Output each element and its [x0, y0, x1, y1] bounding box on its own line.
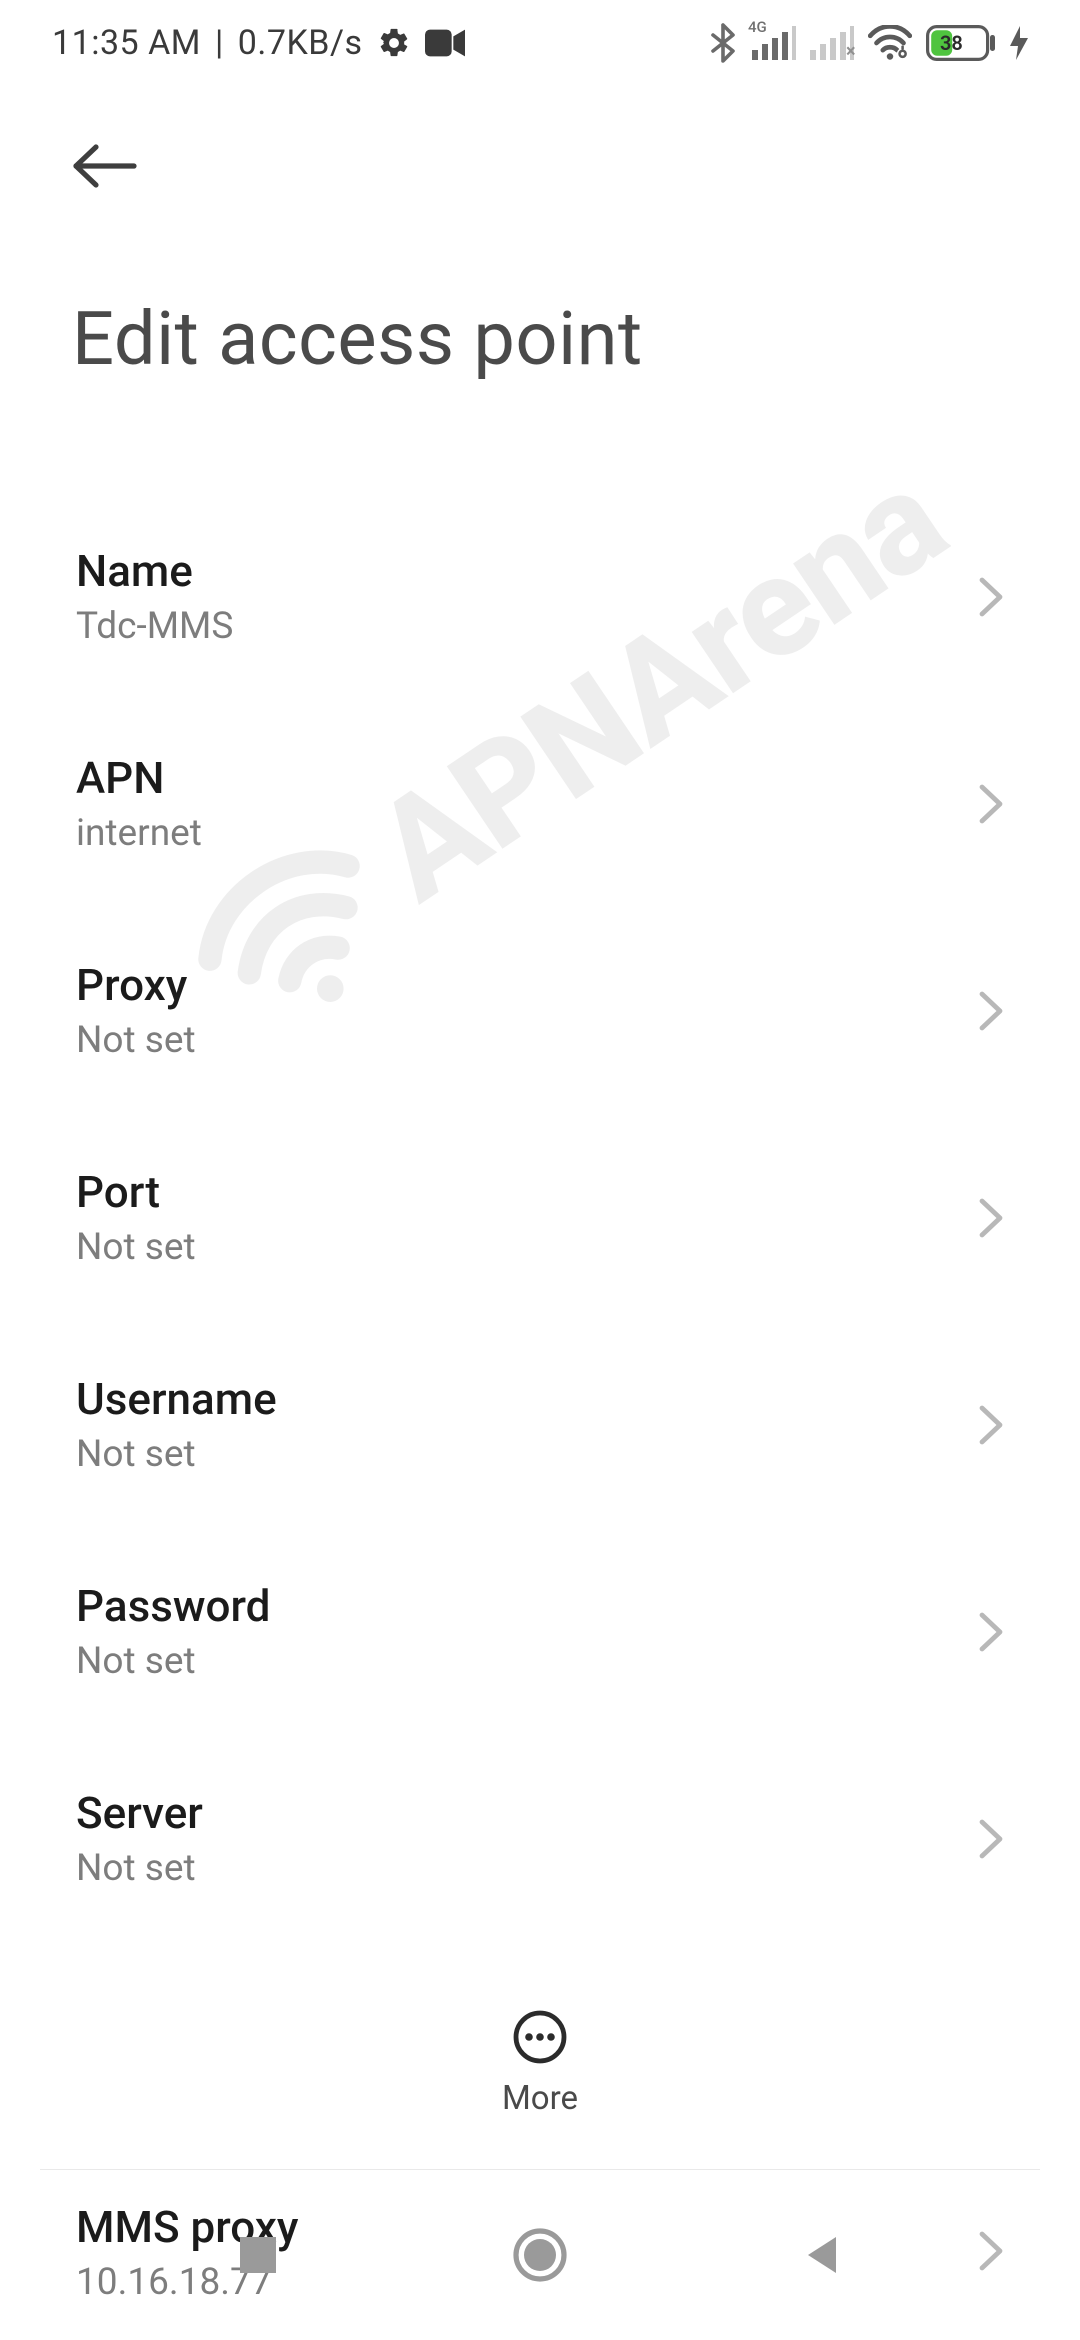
chevron-right-icon — [978, 783, 1004, 825]
gear-icon — [377, 26, 411, 60]
setting-label: Username — [76, 1373, 277, 1425]
square-icon — [236, 2233, 280, 2277]
setting-value: Not set — [76, 1847, 203, 1890]
setting-row-username[interactable]: Username Not set — [76, 1321, 1004, 1528]
navigation-bar — [0, 2170, 1080, 2340]
setting-value: Tdc-MMS — [76, 605, 233, 648]
status-data-rate: 0.7KB/s — [238, 23, 363, 63]
setting-label: Server — [76, 1787, 203, 1839]
back-button[interactable] — [72, 126, 152, 206]
setting-row-port[interactable]: Port Not set — [76, 1114, 1004, 1321]
nav-back-button[interactable] — [800, 2233, 844, 2277]
wifi-icon — [868, 25, 912, 61]
circle-icon — [512, 2227, 568, 2283]
setting-value: Not set — [76, 1640, 270, 1683]
arrow-left-icon — [72, 143, 138, 189]
more-label: More — [502, 2079, 578, 2118]
chevron-right-icon — [978, 1197, 1004, 1239]
setting-label: Name — [76, 545, 233, 597]
video-camera-icon — [425, 29, 465, 57]
more-horizontal-icon — [512, 2009, 568, 2065]
chevron-right-icon — [978, 1404, 1004, 1446]
chevron-right-icon — [978, 990, 1004, 1032]
battery-percent: 38 — [940, 31, 963, 55]
battery-icon: 38 — [926, 25, 996, 61]
chevron-right-icon — [978, 576, 1004, 618]
header: Edit access point — [0, 86, 1080, 383]
setting-value: Not set — [76, 1433, 277, 1476]
setting-row-password[interactable]: Password Not set — [76, 1528, 1004, 1735]
chevron-right-icon — [978, 1818, 1004, 1860]
status-time: 11:35 AM — [52, 23, 201, 63]
triangle-left-icon — [800, 2233, 844, 2277]
setting-row-server[interactable]: Server Not set — [76, 1735, 1004, 1942]
nav-home-button[interactable] — [512, 2227, 568, 2283]
setting-value: internet — [76, 812, 202, 855]
network-type-label: 4G — [748, 20, 767, 35]
setting-label: Password — [76, 1580, 270, 1632]
setting-value: Not set — [76, 1019, 196, 1062]
status-divider: | — [215, 23, 224, 63]
signal-sim1: 4G — [752, 26, 796, 60]
no-signal-x-icon: × — [846, 41, 856, 62]
charging-bolt-icon — [1010, 26, 1028, 60]
setting-value: Not set — [76, 1226, 196, 1269]
status-right: 4G × — [708, 23, 1028, 63]
setting-label: Port — [76, 1166, 196, 1218]
status-bar: 11:35 AM | 0.7KB/s 4G — [0, 0, 1080, 86]
page-title: Edit access point — [72, 296, 1008, 383]
nav-recent-button[interactable] — [236, 2233, 280, 2277]
bottom-action-bar: More — [0, 1978, 1080, 2148]
chevron-right-icon — [978, 1611, 1004, 1653]
setting-label: APN — [76, 752, 202, 804]
bluetooth-icon — [708, 23, 738, 63]
status-left: 11:35 AM | 0.7KB/s — [52, 23, 465, 63]
setting-row-proxy[interactable]: Proxy Not set — [76, 907, 1004, 1114]
more-button[interactable] — [512, 2009, 568, 2065]
setting-row-apn[interactable]: APN internet — [76, 700, 1004, 907]
setting-label: Proxy — [76, 959, 196, 1011]
signal-sim2: × — [810, 26, 854, 60]
setting-row-name[interactable]: Name Tdc-MMS — [76, 493, 1004, 700]
